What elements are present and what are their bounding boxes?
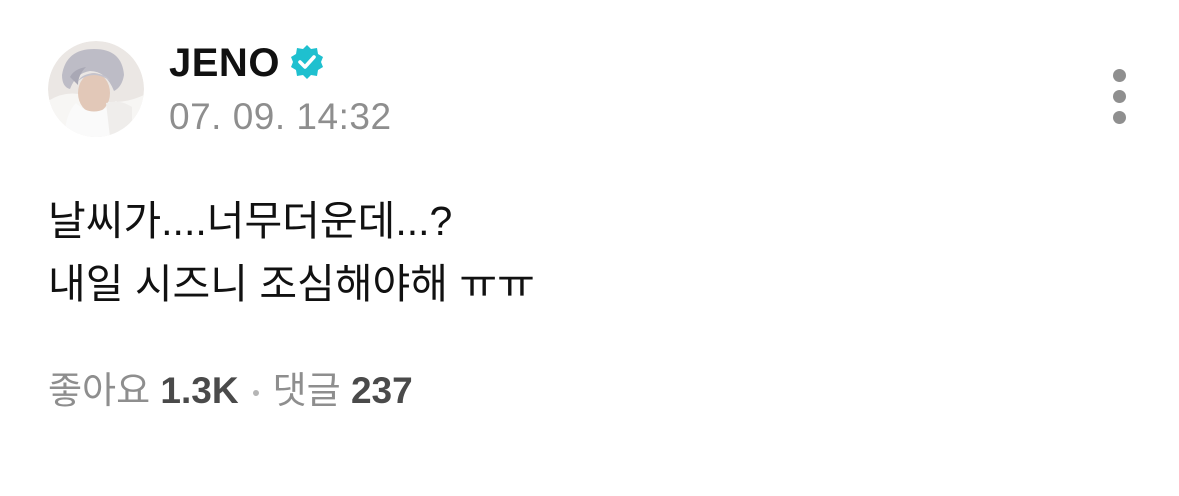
post-text: 날씨가....너무더운데...? 내일 시즈니 조심해야해 ㅠㅠ <box>48 190 1128 316</box>
post-text-line: 내일 시즈니 조심해야해 ㅠㅠ <box>48 261 535 307</box>
author-avatar[interactable] <box>48 41 144 137</box>
author-name[interactable]: JENO <box>169 40 280 86</box>
comments-label: 댓글 <box>272 370 341 411</box>
post-card: JENO 07. 09. 14:32 날씨가....너무더운데...? 내일 시… <box>0 0 1179 496</box>
comments-stat[interactable]: 댓글 237 <box>273 370 413 411</box>
likes-stat[interactable]: 좋아요 1.3K <box>48 370 239 411</box>
separator-dot <box>252 390 259 397</box>
avatar-image <box>48 41 144 137</box>
more-options-button[interactable] <box>1100 66 1140 128</box>
post-text-line: 날씨가....너무더운데...? <box>48 198 453 244</box>
comments-count: 237 <box>350 370 413 411</box>
verified-badge-icon <box>291 45 323 79</box>
likes-label: 좋아요 <box>48 370 151 411</box>
likes-count: 1.3K <box>160 370 239 411</box>
post-stats: 좋아요 1.3K 댓글 237 <box>48 369 413 413</box>
post-timestamp: 07. 09. 14:32 <box>169 96 392 137</box>
